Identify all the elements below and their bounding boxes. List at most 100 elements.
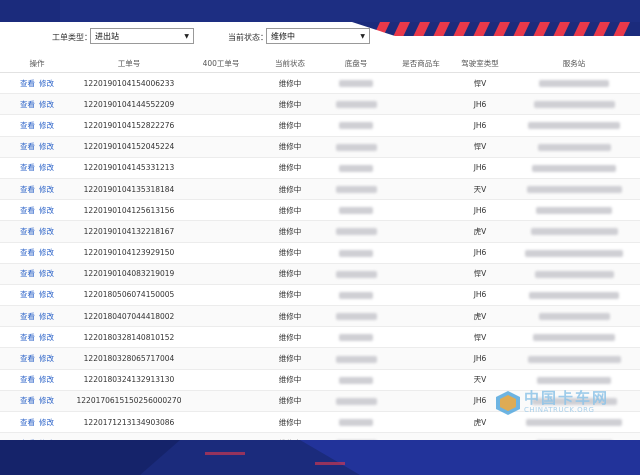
cab-type-cell: 悍V: [452, 326, 508, 349]
view-link[interactable]: 查看: [20, 79, 35, 88]
view-link[interactable]: 查看: [20, 354, 35, 363]
edit-link[interactable]: 修改: [39, 206, 54, 215]
view-link[interactable]: 查看: [20, 185, 35, 194]
edit-link[interactable]: 修改: [39, 396, 54, 405]
site-watermark: 中国卡车网 CHINATRUCK.ORG: [494, 383, 614, 423]
actions-cell: 查看修改: [0, 136, 74, 158]
column-header: 是否商品车: [390, 54, 452, 73]
view-link[interactable]: 查看: [20, 333, 35, 342]
redacted-station: [530, 228, 618, 236]
redacted-chassis: [339, 207, 373, 215]
redacted-station: [536, 207, 612, 215]
edit-link[interactable]: 修改: [39, 354, 54, 363]
chassis-cell: [322, 326, 390, 349]
edit-link[interactable]: 修改: [39, 333, 54, 342]
actions-cell: 查看修改: [0, 178, 74, 201]
edit-link[interactable]: 修改: [39, 79, 54, 88]
chassis-cell: [322, 199, 390, 222]
status-select[interactable]: 维修中 ▼: [266, 28, 370, 44]
view-link[interactable]: 查看: [20, 206, 35, 215]
table-row: 查看 修改 1220190104132218167 维修中 虎V: [0, 220, 640, 243]
table-row: 查看 修改 1220190104152045224 维修中 悍V: [0, 136, 640, 158]
status-cell: 维修中: [258, 432, 322, 440]
order-type-select[interactable]: 进出站 ▼: [90, 28, 194, 44]
cab-type-cell: 天V: [452, 178, 508, 201]
status-cell: 维修中: [258, 157, 322, 179]
commercial-cell: [390, 220, 452, 243]
status-label: 当前状态：: [228, 33, 268, 42]
status-cell: 维修中: [258, 305, 322, 328]
chassis-cell: [322, 263, 390, 285]
column-header: 400工单号: [184, 54, 258, 73]
view-link[interactable]: 查看: [20, 163, 35, 172]
status-cell: 维修中: [258, 199, 322, 222]
edit-link[interactable]: 修改: [39, 290, 54, 299]
actions-cell: 查看修改: [0, 220, 74, 243]
view-link[interactable]: 查看: [20, 248, 35, 257]
commercial-cell: [390, 326, 452, 349]
hotline-order-cell: [184, 199, 258, 222]
redacted-station: [533, 334, 615, 342]
redacted-chassis: [339, 334, 373, 342]
hotline-order-cell: [184, 72, 258, 95]
redacted-chassis: [335, 186, 377, 194]
column-header: 底盘号: [322, 54, 390, 73]
table-row: 查看 修改 1220190104152822276 维修中 JH6: [0, 114, 640, 137]
redacted-station: [539, 80, 609, 88]
edit-link[interactable]: 修改: [39, 248, 54, 257]
view-link[interactable]: 查看: [20, 396, 35, 405]
view-link[interactable]: 查看: [20, 418, 35, 427]
commercial-cell: [390, 263, 452, 285]
view-link[interactable]: 查看: [20, 290, 35, 299]
order-no-cell: 1220190104152822276: [74, 114, 184, 137]
view-link[interactable]: 查看: [20, 375, 35, 384]
redacted-chassis: [339, 419, 373, 427]
redacted-chassis: [335, 228, 377, 236]
status-cell: 维修中: [258, 263, 322, 285]
hotline-order-cell: [184, 284, 258, 307]
order-type-label: 工单类型：: [52, 33, 92, 42]
edit-link[interactable]: 修改: [39, 163, 54, 172]
redacted-chassis: [339, 291, 373, 299]
edit-link[interactable]: 修改: [39, 418, 54, 427]
status-cell: 维修中: [258, 93, 322, 116]
edit-link[interactable]: 修改: [39, 439, 54, 440]
edit-link[interactable]: 修改: [39, 100, 54, 109]
status-cell: 维修中: [258, 390, 322, 413]
service-station-cell: [508, 114, 640, 137]
table-row: 查看 修改 1220180328140810152 维修中 悍V: [0, 326, 640, 349]
edit-link[interactable]: 修改: [39, 121, 54, 130]
status-cell: 维修中: [258, 347, 322, 370]
commercial-cell: [390, 411, 452, 434]
edit-link[interactable]: 修改: [39, 269, 54, 278]
chassis-cell: [322, 305, 390, 328]
actions-cell: 查看修改: [0, 157, 74, 179]
table-row: 查看 修改 1220190104125613156 维修中 JH6: [0, 199, 640, 222]
hotline-order-cell: [184, 432, 258, 440]
edit-link[interactable]: 修改: [39, 375, 54, 384]
view-link[interactable]: 查看: [20, 100, 35, 109]
actions-cell: 查看修改: [0, 326, 74, 349]
edit-link[interactable]: 修改: [39, 312, 54, 321]
status-cell: 维修中: [258, 220, 322, 243]
order-no-cell: 1220170615150256000270: [74, 390, 184, 413]
chassis-cell: [322, 72, 390, 95]
service-station-cell: [508, 178, 640, 201]
edit-link[interactable]: 修改: [39, 185, 54, 194]
view-link[interactable]: 查看: [20, 142, 35, 151]
cab-type-cell: JH6: [452, 347, 508, 370]
redacted-station: [538, 313, 610, 321]
view-link[interactable]: 查看: [20, 269, 35, 278]
view-link[interactable]: 查看: [20, 121, 35, 130]
redacted-station: [527, 355, 621, 363]
order-no-cell: 1220180407044418002: [74, 305, 184, 328]
view-link[interactable]: 查看: [20, 312, 35, 321]
view-link[interactable]: 查看: [20, 439, 35, 440]
view-link[interactable]: 查看: [20, 227, 35, 236]
service-station-cell: [508, 157, 640, 179]
edit-link[interactable]: 修改: [39, 227, 54, 236]
chevron-down-icon: ▼: [184, 33, 189, 40]
edit-link[interactable]: 修改: [39, 142, 54, 151]
table-header-row: 操作 工单号 400工单号 当前状态 底盘号 是否商品车 驾驶室类型 服务站: [0, 54, 640, 73]
redacted-chassis: [335, 143, 377, 151]
